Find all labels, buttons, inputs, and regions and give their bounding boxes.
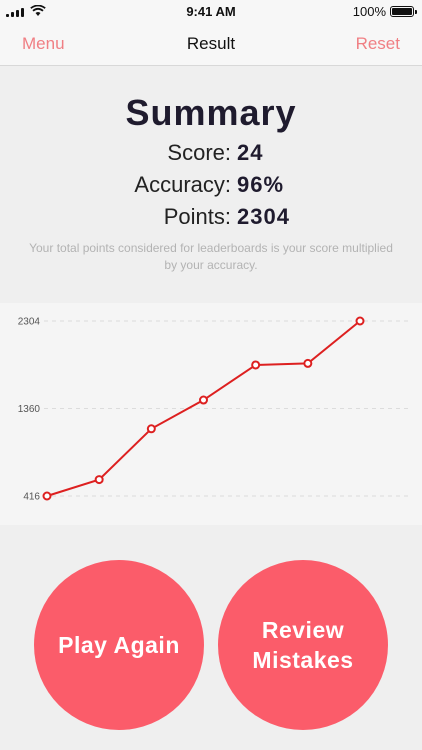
data-point [42,491,52,501]
review-mistakes-button[interactable]: Review Mistakes [218,560,388,730]
points-value: 2304 [237,204,290,229]
y-tick-label: 416 [23,492,40,503]
score-value: 24 [237,140,264,165]
points-chart-svg: 416 1360 2304 [18,316,412,503]
battery-percentage: 100% [352,4,386,19]
data-point [199,395,208,405]
battery-icon [390,6,417,17]
y-tick-label: 1360 [18,404,41,415]
data-point [146,424,156,434]
summary-heading: Summary [125,92,297,133]
leaderboard-note: Your total points considered for leaderb… [29,241,393,272]
play-again-button[interactable]: Play Again [34,560,204,730]
data-point [355,316,365,326]
accuracy-value: 96% [237,172,285,197]
score-row: Score: 24 [0,140,422,170]
data-point [251,360,261,370]
points-label: Points: [163,204,231,229]
points-row: Points: 2304 [0,204,422,234]
nav-bar: Menu Result Reset [0,24,422,66]
data-point [303,358,313,368]
y-tick-label: 2304 [18,317,41,328]
data-point [94,475,104,485]
points-chart: 416 1360 2304 [0,303,422,525]
status-bar: 9:41 AM 100% [0,0,422,24]
score-label: Score: [167,140,231,165]
reset-button[interactable]: Reset [356,34,400,54]
accuracy-row: Accuracy: 96% [0,172,422,202]
accuracy-label: Accuracy: [134,172,231,197]
